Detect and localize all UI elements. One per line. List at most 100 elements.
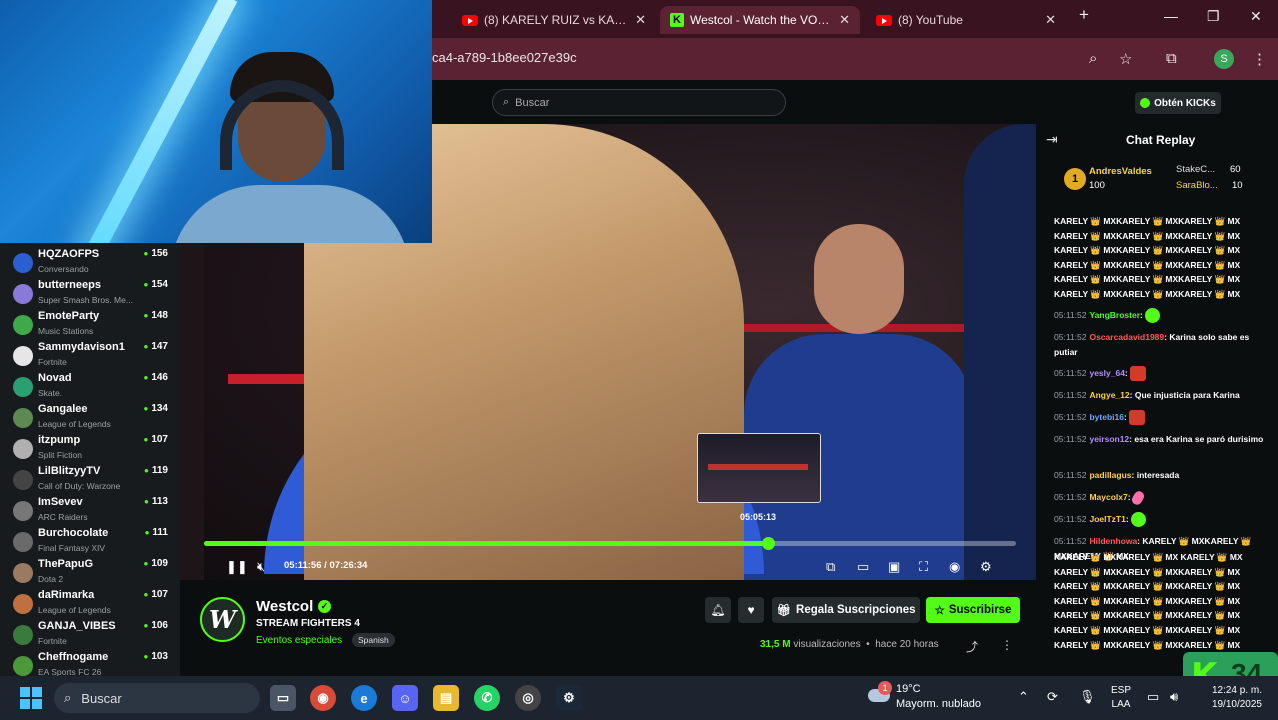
discord-icon[interactable]: ☺ [392, 685, 418, 711]
task-view-icon[interactable]: ▭ [270, 685, 296, 711]
speed-icon[interactable]: ◉ [949, 559, 960, 575]
steam-icon[interactable]: ⚙ [556, 685, 582, 711]
message-text: KARELY 👑 MXKARELY 👑 MXKARELY 👑 MX [1054, 216, 1241, 226]
edge-icon[interactable]: e [351, 685, 377, 711]
message-username[interactable]: Hildenhowa [1089, 536, 1137, 546]
taskbar-search-label: Buscar [81, 690, 122, 706]
channel-avatar[interactable]: W [200, 597, 245, 642]
sidebar-channel[interactable]: butterneeps Super Smash Bros. Me... 154 [10, 279, 174, 310]
sidebar-channel[interactable]: Gangalee League of Legends 134 [10, 403, 174, 434]
chat-message: 05:11:52 Angye_12: Que injusticia para Ka… [1054, 388, 1269, 403]
message-username[interactable]: padillagus [1089, 470, 1131, 480]
zoom-icon[interactable]: ⌕ [1089, 50, 1097, 67]
progress-bar[interactable] [204, 541, 1016, 546]
message-text: KARELY 👑 MXKARELY 👑 MXKARELY 👑 MX [1054, 230, 1241, 241]
search-input[interactable]: ⌕ Buscar [492, 89, 786, 116]
minimize-icon[interactable]: — [1164, 8, 1178, 24]
clip-icon[interactable]: ⧉ [826, 559, 835, 575]
emote-icon [1130, 366, 1147, 382]
message-username[interactable]: bytebi16 [1089, 412, 1124, 422]
mute-icon[interactable]: 🔇︎ [257, 559, 265, 575]
get-kicks-button[interactable]: Obtén KICKs [1135, 92, 1221, 114]
maximize-icon[interactable]: ❐ [1207, 8, 1220, 25]
whatsapp-icon[interactable]: ✆ [474, 685, 500, 711]
system-clock[interactable]: 12:24 p. m. 19/10/2025 [1198, 684, 1262, 712]
chat-message: 05:11:52 YangBroster: [1054, 308, 1269, 324]
tab-youtube[interactable]: (8) YouTube ✕ [866, 6, 1066, 34]
display-icon[interactable]: ▭ [1147, 689, 1159, 705]
language-tag[interactable]: Spanish [352, 633, 395, 647]
follow-heart-button[interactable]: ♥ [738, 597, 764, 623]
viewer-count: 111 [145, 527, 168, 538]
message-username[interactable]: YangBroster [1089, 310, 1140, 320]
sidebar-channel[interactable]: Burchocolate Final Fantasy XIV 111 [10, 527, 174, 558]
chrome-icon[interactable]: ◉ [310, 685, 336, 711]
close-icon[interactable]: ✕ [1045, 12, 1056, 28]
viewer-count: 134 [143, 403, 168, 414]
fullscreen-icon[interactable]: ⛶ [919, 559, 928, 575]
more-menu-icon[interactable]: ⋮ [1252, 50, 1267, 68]
leaderboard-third-name[interactable]: SaraBlo... [1176, 180, 1218, 191]
message-username[interactable]: yesly_64 [1089, 368, 1124, 378]
subscribe-button[interactable]: ☆ Suscribirse [926, 597, 1020, 623]
sidebar-channel[interactable]: HQZAOFPS Conversando 156 [10, 248, 174, 279]
sidebar-channel[interactable]: ThePapuG Dota 2 109 [10, 558, 174, 589]
notification-bell-button[interactable]: 🔔︎ [705, 597, 731, 623]
obs-icon[interactable]: ◎ [515, 685, 541, 711]
file-explorer-icon[interactable]: ▤ [433, 685, 459, 711]
taskbar-search[interactable]: ⌕ Buscar [54, 683, 260, 713]
leaderboard-first-name[interactable]: AndresValdes [1089, 166, 1152, 177]
message-username[interactable]: yeirson12 [1089, 434, 1129, 444]
volume-icon[interactable]: 🔊︎ [1170, 689, 1178, 705]
settings-gear-icon[interactable]: ⚙ [980, 559, 992, 575]
sidebar-channel[interactable]: EmoteParty Music Stations 148 [10, 310, 174, 341]
sidebar-channel[interactable]: ImSevev ARC Raiders 113 [10, 496, 174, 527]
leaderboard-second-name[interactable]: StakeC... [1176, 164, 1215, 175]
sidebar-channel[interactable]: LilBlitzyyTV Call of Duty: Warzone 119 [10, 465, 174, 496]
official-head [814, 224, 904, 334]
sidebar-channel[interactable]: GANJA_VIBES Fortnite 106 [10, 620, 174, 651]
window-close-icon[interactable]: ✕ [1250, 8, 1262, 25]
url-text[interactable]: ca4-a789-1b8ee027e39c [432, 50, 577, 65]
sidebar-channel[interactable]: daRimarka League of Legends 107 [10, 589, 174, 620]
close-icon[interactable]: ✕ [635, 12, 646, 28]
chat-message: KARELY 👑 MXKARELY 👑 MX KARELY 👑 MX [1054, 550, 1269, 565]
more-options-icon[interactable]: ⋮ [1001, 638, 1013, 652]
sync-icon[interactable]: ⟳ [1047, 689, 1058, 705]
collapse-chat-icon[interactable]: ⇥ [1046, 131, 1058, 148]
close-icon[interactable]: ✕ [839, 12, 850, 28]
chevron-up-icon[interactable]: ⌃ [1018, 689, 1029, 705]
progress-handle[interactable] [762, 537, 775, 550]
microphone-icon[interactable]: 🎙︎ [1079, 689, 1096, 705]
stream-category[interactable]: Eventos especiales [256, 635, 342, 646]
profile-avatar[interactable]: S [1214, 49, 1234, 69]
message-username[interactable]: Angye_12 [1089, 390, 1129, 400]
message-username[interactable]: Oscarcadavid1989 [1089, 332, 1164, 342]
windows-start-icon[interactable] [20, 687, 42, 709]
sidebar-channel[interactable]: itzpump Split Fiction 107 [10, 434, 174, 465]
notification-badge: 1 [878, 681, 892, 695]
new-tab-icon[interactable]: + [1079, 5, 1089, 25]
extensions-icon[interactable]: ⧉ [1166, 50, 1177, 67]
sidebar-channel[interactable]: Novad Skate. 146 [10, 372, 174, 403]
channel-name[interactable]: Westcol [256, 598, 313, 615]
pip-icon[interactable]: ▣ [888, 559, 900, 575]
tab-westcol[interactable]: K Westcol - Watch the VOD on ✕ [660, 6, 860, 34]
bookmark-star-icon[interactable]: ☆ [1119, 50, 1132, 68]
gift-subs-button[interactable]: 🎁︎ Regala Suscripciones [772, 597, 920, 623]
channel-category: League of Legends [38, 605, 111, 615]
seek-preview-thumbnail [697, 433, 821, 503]
sidebar-channel[interactable]: Sammydavison1 Fortnite 147 [10, 341, 174, 372]
input-language[interactable]: ESP LAA [1111, 684, 1131, 712]
pause-icon[interactable]: ❚❚ [226, 559, 248, 575]
gift-icon: 🎁︎ [776, 605, 792, 617]
tab-karely-ruiz[interactable]: (8) KARELY RUIZ vs KARINA ✕ [452, 6, 656, 34]
message-text: KARELY 👑 MXKARELY 👑 MXKARELY 👑 MX [1054, 625, 1241, 635]
share-icon[interactable]: ⤴ [966, 638, 978, 655]
theater-icon[interactable]: ▭ [857, 559, 869, 575]
message-username[interactable]: JoelTzT1 [1089, 514, 1125, 524]
chat-message: 05:11:52 yesly_64: [1054, 366, 1269, 382]
message-username[interactable]: Maycolx7 [1089, 492, 1127, 502]
view-count: 31,5 M [760, 639, 791, 650]
channel-name: Sammydavison1 [38, 341, 125, 353]
